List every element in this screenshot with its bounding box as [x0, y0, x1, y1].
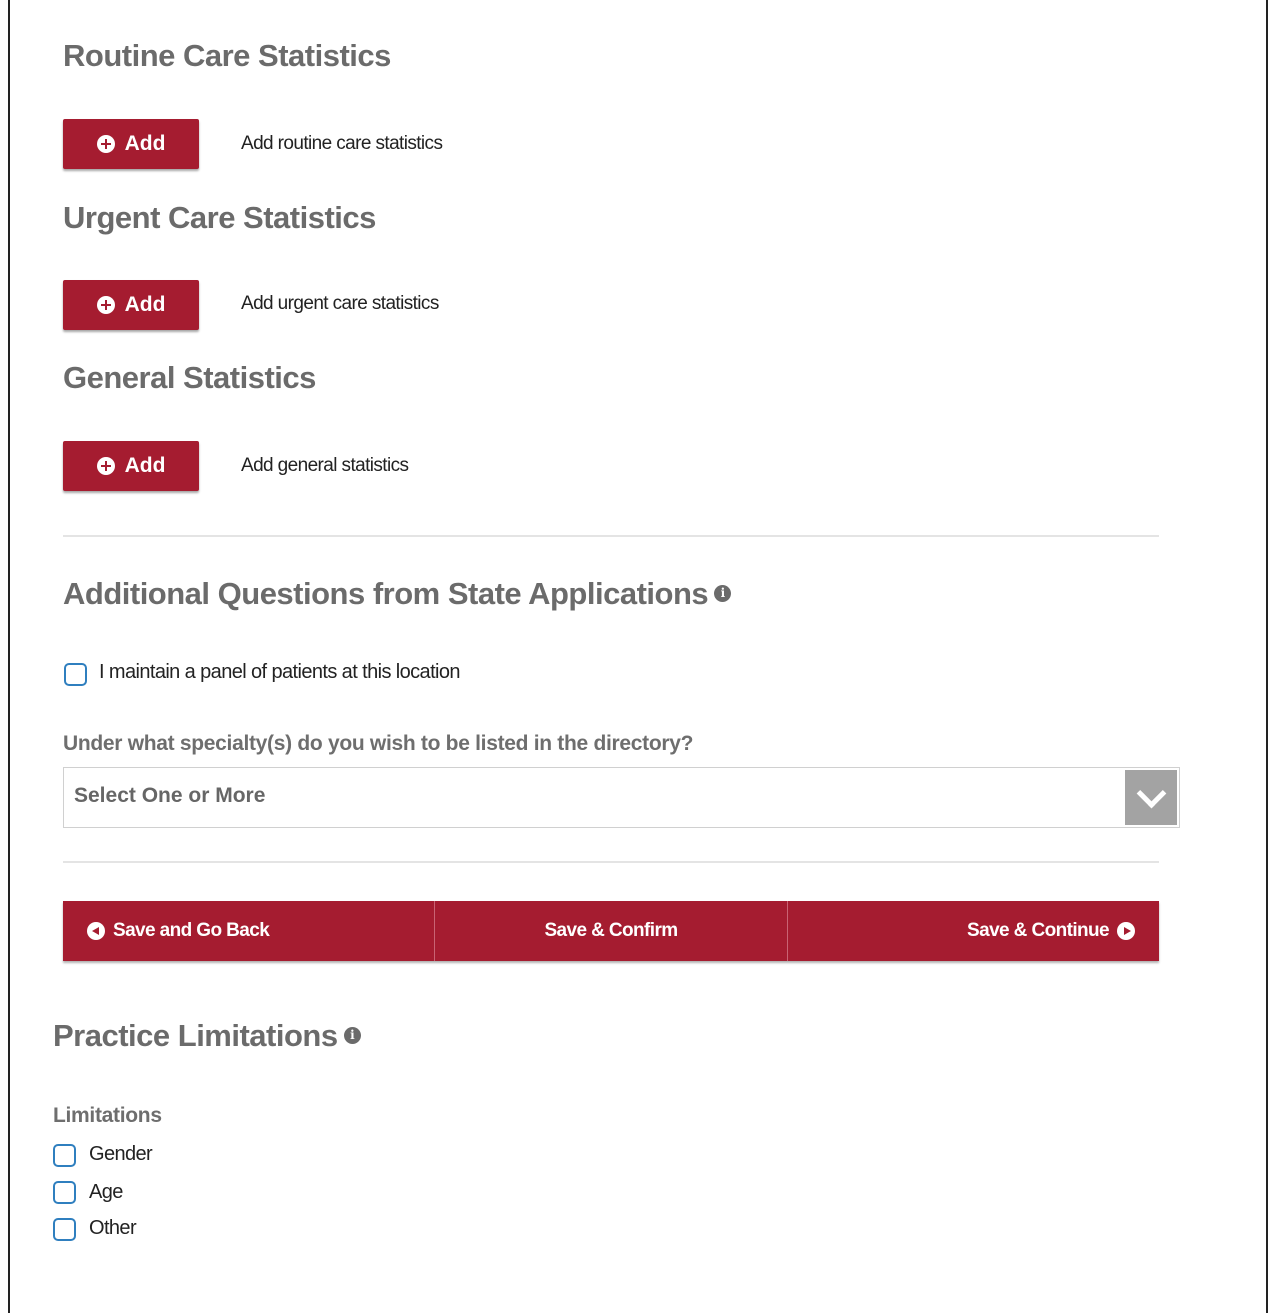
general-statistics-description: Add general statistics: [241, 455, 409, 476]
save-and-continue-button[interactable]: Save & Continue: [787, 901, 1159, 961]
specialty-select[interactable]: Select One or More: [63, 767, 1180, 828]
urgent-care-heading: Urgent Care Statistics: [63, 200, 376, 235]
practice-limitations-title: Practice Limitations: [53, 1018, 338, 1053]
age-checkbox[interactable]: [53, 1181, 76, 1204]
plus-circle-icon: [96, 135, 115, 153]
save-and-confirm-button[interactable]: Save & Confirm: [433, 901, 788, 961]
select-toggle-button[interactable]: [1125, 770, 1177, 825]
add-routine-care-button[interactable]: Add: [63, 119, 199, 169]
other-checkbox[interactable]: [53, 1218, 76, 1241]
info-icon[interactable]: i: [714, 585, 732, 603]
age-label: Age: [89, 1181, 123, 1203]
plus-circle-icon: [96, 296, 115, 314]
arrow-right-circle-icon: [1117, 922, 1136, 940]
specialty-select-placeholder: Select One or More: [74, 784, 266, 807]
gender-label: Gender: [89, 1143, 153, 1165]
action-bar: Save and Go Back Save & Confirm Save & C…: [63, 901, 1159, 961]
gender-checkbox[interactable]: [53, 1144, 76, 1167]
additional-questions-heading: Additional Questions from State Applicat…: [63, 576, 732, 612]
add-urgent-care-button[interactable]: Add: [63, 280, 199, 330]
routine-care-description: Add routine care statistics: [241, 133, 443, 154]
panel-of-patients-label: I maintain a panel of patients at this l…: [99, 661, 461, 683]
specialty-label: Under what specialty(s) do you wish to b…: [63, 732, 694, 755]
chevron-down-icon: [1136, 778, 1166, 809]
add-button-label: Add: [124, 132, 166, 155]
additional-questions-title: Additional Questions from State Applicat…: [63, 576, 709, 611]
plus-circle-icon: [96, 457, 115, 475]
save-and-go-back-label: Save and Go Back: [113, 920, 270, 941]
save-and-confirm-label: Save & Confirm: [544, 920, 678, 941]
panel-of-patients-checkbox[interactable]: [64, 663, 87, 686]
info-icon[interactable]: i: [343, 1027, 361, 1045]
urgent-care-description: Add urgent care statistics: [241, 293, 439, 314]
routine-care-heading: Routine Care Statistics: [63, 38, 391, 73]
add-general-statistics-button[interactable]: Add: [63, 441, 199, 491]
general-statistics-heading: General Statistics: [63, 360, 316, 395]
limitations-label: Limitations: [53, 1104, 162, 1127]
save-and-continue-label: Save & Continue: [967, 920, 1110, 941]
divider: [63, 861, 1159, 863]
add-button-label: Add: [124, 293, 166, 316]
save-and-go-back-button[interactable]: Save and Go Back: [63, 901, 434, 961]
add-button-label: Add: [124, 454, 166, 477]
practice-limitations-heading: Practice Limitations i: [53, 1018, 361, 1054]
other-label: Other: [89, 1217, 137, 1239]
page-frame: [8, 0, 1268, 1313]
divider: [63, 535, 1159, 537]
arrow-left-circle-icon: [87, 922, 105, 940]
